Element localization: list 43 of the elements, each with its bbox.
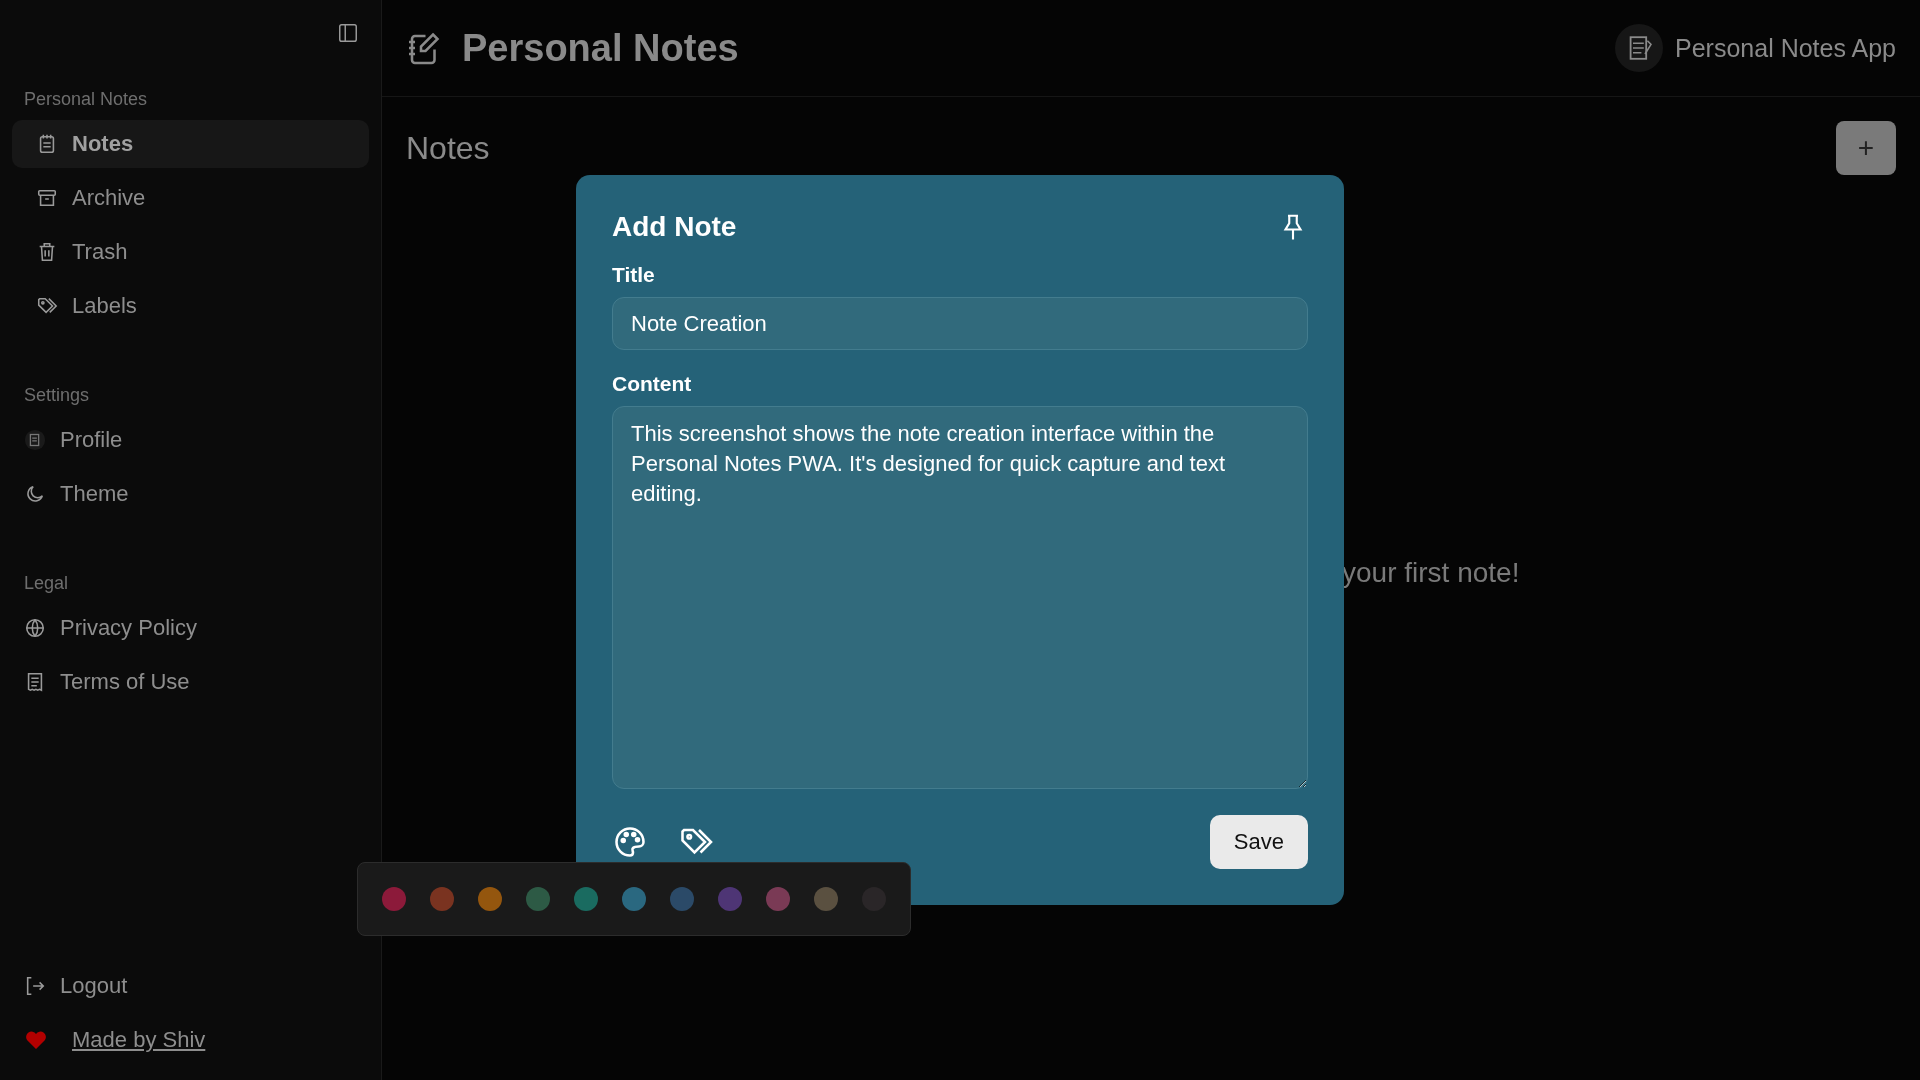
- app-title: Personal Notes: [462, 26, 739, 70]
- section-heading: Personal Notes: [23, 88, 149, 111]
- color-swatch[interactable]: [766, 887, 790, 911]
- sidebar-item[interactable]: Notes: [12, 120, 369, 168]
- sidebar-item[interactable]: Terms of Use: [12, 658, 369, 706]
- save-button[interactable]: Save: [1209, 815, 1308, 869]
- sidebar-item[interactable]: Theme: [12, 470, 369, 518]
- sidebar-item[interactable]: Labels: [12, 282, 369, 330]
- sidebar-item[interactable]: Profile: [12, 416, 369, 464]
- logout-icon: [24, 975, 46, 997]
- logout-button[interactable]: Logout: [12, 962, 369, 1010]
- title-input[interactable]: Note Creation: [612, 297, 1308, 350]
- note-edit-icon: [406, 30, 442, 66]
- empty-state-text: your first note!: [1342, 557, 1520, 589]
- color-swatch[interactable]: [574, 887, 598, 911]
- sidebar-toggle-icon[interactable]: [337, 22, 359, 44]
- field-label: Title: [612, 263, 656, 287]
- color-swatch[interactable]: [814, 887, 838, 911]
- app-name: Personal Notes App: [1675, 33, 1896, 63]
- add-note-button[interactable]: +: [1836, 121, 1896, 175]
- archive-icon: [36, 187, 58, 209]
- section-heading: Settings: [23, 384, 91, 407]
- sidebar-item[interactable]: Privacy Policy: [12, 604, 369, 652]
- color-swatch[interactable]: [718, 887, 742, 911]
- section-heading: Legal: [23, 572, 70, 595]
- palette-icon[interactable]: [612, 824, 648, 860]
- color-swatch[interactable]: [478, 887, 502, 911]
- content-textarea[interactable]: This screenshot shows the note creation interface within the Personal Notes PWA. It's designed for quick capture and text editing.: [612, 406, 1308, 789]
- sidebar-item[interactable]: Trash: [12, 228, 369, 276]
- color-swatch[interactable]: [430, 887, 454, 911]
- color-swatch[interactable]: [382, 887, 406, 911]
- credit-link[interactable]: Made by Shiv: [72, 1027, 206, 1053]
- color-swatch[interactable]: [526, 887, 550, 911]
- color-swatch[interactable]: [670, 887, 694, 911]
- avatar-icon: [24, 429, 46, 451]
- dialog-title: Add Note: [612, 211, 737, 243]
- sidebar-item[interactable]: Archive: [12, 174, 369, 222]
- field-label: Content: [612, 372, 693, 396]
- globe-icon: [24, 617, 46, 639]
- page-heading: Notes: [406, 129, 490, 167]
- moon-icon: [24, 483, 46, 505]
- color-swatch[interactable]: [622, 887, 646, 911]
- avatar-icon[interactable]: [1615, 24, 1663, 72]
